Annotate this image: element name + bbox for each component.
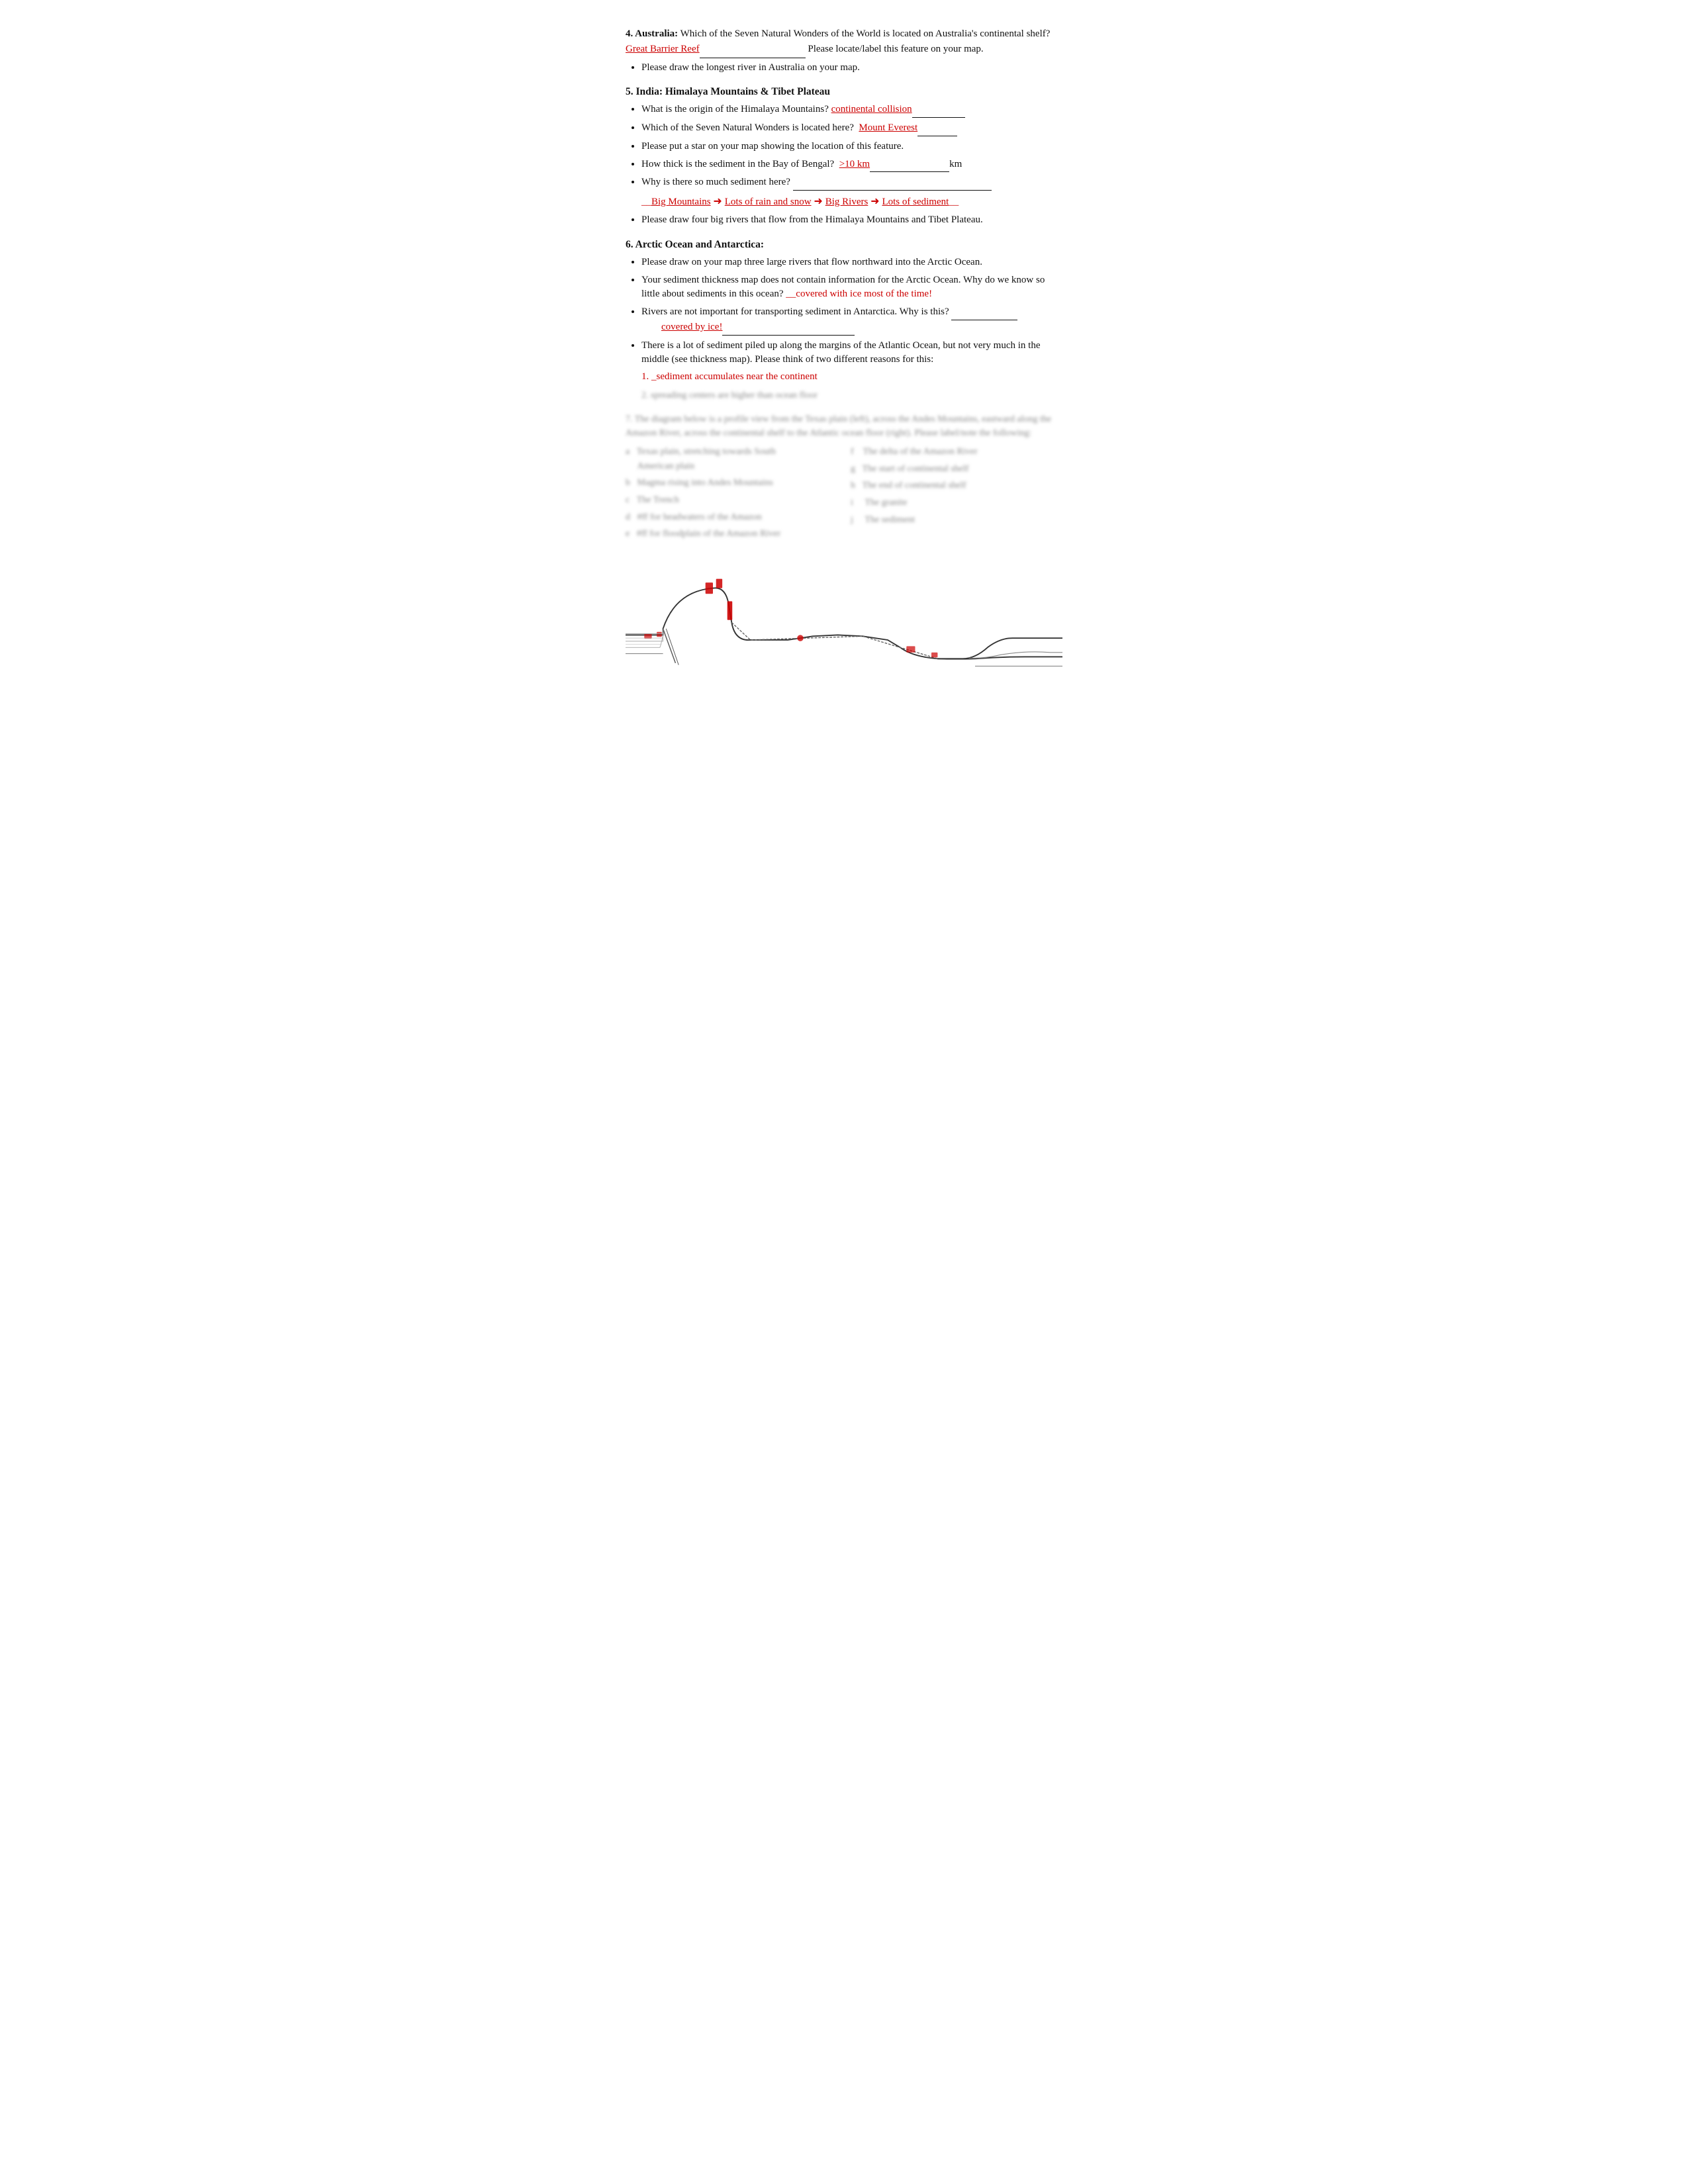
section6-bullet-sediment-map: Your sediment thickness map does not con… — [641, 273, 1062, 302]
s7-j: j The sediment — [851, 513, 1062, 527]
section6-bullet-atlantic: There is a lot of sediment piled up alon… — [641, 339, 1062, 403]
blank-indent — [641, 320, 661, 335]
section6-title: 6. Arctic Ocean and Antarctica: — [626, 237, 1062, 253]
section7-left-col: a Texas plain, stretching towards South … — [626, 445, 837, 544]
blank-antarctica-2 — [722, 320, 855, 336]
s7-d: d #ff for headwaters of the Amazon — [626, 510, 837, 525]
blank-why — [793, 175, 992, 191]
section5-bullet-star: Please put a star on your map showing th… — [641, 140, 1062, 154]
section-5: 5. India: Himalaya Mountains & Tibet Pla… — [626, 84, 1062, 228]
blank-antarctica-1 — [951, 305, 1017, 320]
chain-prefix: __ — [641, 197, 651, 207]
section7-items: a Texas plain, stretching towards South … — [626, 445, 1062, 544]
section4-answer: Great Barrier Reef — [626, 44, 700, 54]
s7-h: h The end of continental shelf — [851, 478, 1062, 493]
annotation-trench — [727, 602, 733, 620]
annotation-left-2 — [657, 632, 662, 637]
s7-i: i The granite — [851, 496, 1062, 510]
section5-bullet-why: Why is there so much sediment here? — [641, 175, 1062, 191]
section5-bullets: What is the origin of the Himalaya Mount… — [641, 103, 1062, 191]
section6-bullets: Please draw on your map three large rive… — [641, 255, 1062, 403]
arrow-1: ➜ — [713, 196, 724, 207]
annotation-amazon-dot — [797, 635, 803, 641]
section4-bullets: Please draw the longest river in Austral… — [641, 61, 1062, 75]
chain-big-mountains: Big Mountains — [651, 197, 711, 207]
answer-atlantic-2-blurred: 2. spreading centers are higher than oce… — [641, 388, 818, 402]
chain-sediment: Lots of sediment — [882, 197, 949, 207]
section4-text: 4. Australia: Which of the Seven Natural… — [626, 26, 1062, 58]
section4-blank — [700, 42, 806, 58]
answer-sediment-thickness: >10 km — [839, 159, 870, 169]
annotation-andes-2 — [716, 579, 722, 588]
s7-a: a Texas plain, stretching towards South … — [626, 445, 837, 473]
section5-bullet-rivers: Please draw four big rivers that flow fr… — [641, 213, 1062, 228]
chain-line: __Big Mountains ➜ Lots of rain and snow … — [641, 194, 1062, 210]
answer-antarctica: covered by ice! — [661, 322, 722, 332]
answer-wonder: Mount Everest — [859, 122, 917, 133]
section6-bullet-antarctica: Rivers are not important for transportin… — [641, 305, 1062, 336]
section4-question: Which of the Seven Natural Wonders of th… — [678, 28, 1050, 39]
answer-origin: continental collision — [831, 104, 912, 114]
chain-suffix: __ — [949, 197, 959, 207]
s7-e: e #ff for floodplain of the Amazon River — [626, 527, 837, 541]
section4-bullet-1: Please draw the longest river in Austral… — [641, 61, 1062, 75]
arrow-2: ➜ — [814, 196, 825, 207]
blank-origin — [912, 103, 965, 118]
s7-b: b Magma rising into Andes Mountains — [626, 476, 837, 490]
s7-g: g The start of continental shelf — [851, 462, 1062, 477]
section7-intro: 7. The diagram below is a profile view f… — [626, 412, 1062, 441]
cross-section-diagram — [626, 556, 1062, 702]
answer-arctic: __covered with ice most of the time! — [786, 289, 932, 299]
section5-bullet-sediment: How thick is the sediment in the Bay of … — [641, 158, 1062, 173]
section-6: 6. Arctic Ocean and Antarctica: Please d… — [626, 237, 1062, 403]
section6-bullet-rivers: Please draw on your map three large rive… — [641, 255, 1062, 270]
section5-last-bullet-list: Please draw four big rivers that flow fr… — [641, 213, 1062, 228]
section4-after: Please locate/label this feature on your… — [806, 44, 984, 54]
section-4: 4. Australia: Which of the Seven Natural… — [626, 26, 1062, 75]
annotation-delta — [906, 646, 915, 652]
blank-sediment — [870, 158, 949, 173]
annotation-shelf — [931, 653, 937, 658]
blank-wonder — [917, 121, 957, 136]
section5-bullet-wonder: Which of the Seven Natural Wonders is lo… — [641, 121, 1062, 136]
arrow-3: ➜ — [870, 196, 882, 207]
chain-big-rivers: Big Rivers — [825, 197, 868, 207]
section-7-blurred: 7. The diagram below is a profile view f… — [626, 412, 1062, 545]
diagram-section — [626, 556, 1062, 702]
annotation-andes-1 — [706, 582, 713, 594]
s7-f: f The delta of the Amazon River — [851, 445, 1062, 459]
chain-rain-snow: Lots of rain and snow — [725, 197, 812, 207]
s7-c: c The Trench — [626, 493, 837, 508]
section4-label: 4. Australia: — [626, 28, 678, 39]
section5-title: 5. India: Himalaya Mountains & Tibet Pla… — [626, 84, 1062, 100]
diagram-bg — [626, 567, 1062, 692]
section7-right-col: f The delta of the Amazon River g The st… — [851, 445, 1062, 544]
section5-bullet-origin: What is the origin of the Himalaya Mount… — [641, 103, 1062, 118]
answer-atlantic-1: 1. _sediment accumulates near the contin… — [641, 370, 818, 385]
